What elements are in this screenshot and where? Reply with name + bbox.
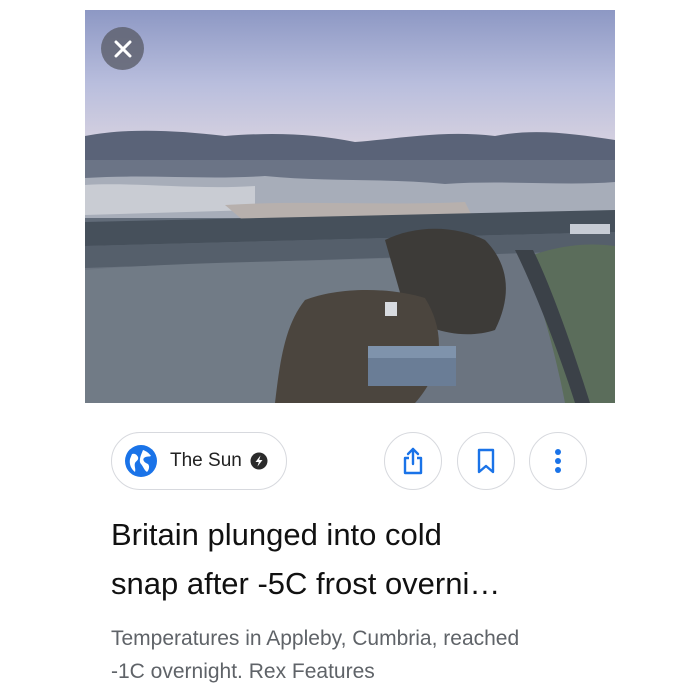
more-vert-icon [555,449,561,473]
article-headline[interactable]: Britain plunged into cold snap after -5C… [111,510,581,608]
bookmark-button[interactable] [457,432,515,490]
source-name: The Sun [170,450,242,471]
caption-line: -1C overnight. Rex Features [111,660,375,683]
headline-line: Britain plunged into cold [111,517,442,552]
headline-line: snap after -5C frost overni… [111,566,501,601]
caption-line: Temperatures in Appleby, Cumbria, reache… [111,627,520,650]
amp-bolt-icon [250,452,268,470]
source-chip[interactable]: The Sun [111,432,287,490]
close-icon [114,40,131,57]
more-options-button[interactable] [529,432,587,490]
share-button[interactable] [384,432,442,490]
article-image[interactable] [85,10,615,403]
close-button[interactable] [101,27,144,70]
share-icon [403,447,423,475]
bookmark-icon [477,448,495,474]
globe-icon [125,445,157,477]
image-caption: Temperatures in Appleby, Cumbria, reache… [111,622,611,688]
